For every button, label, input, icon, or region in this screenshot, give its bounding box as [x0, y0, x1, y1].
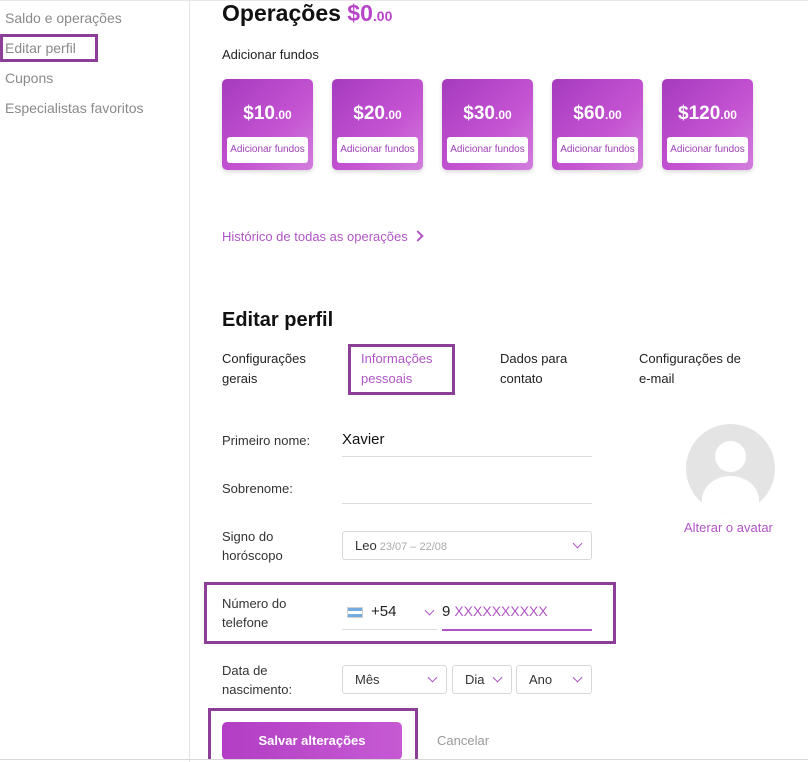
- add-funds-button[interactable]: Adicionar fundos: [557, 137, 638, 163]
- change-avatar-link[interactable]: Alterar o avatar: [684, 520, 773, 535]
- highlight-phone: [204, 582, 616, 644]
- tab-label-line2: e-mail: [639, 371, 675, 386]
- avatar-head-icon: [715, 441, 746, 472]
- birth-date-label: Data de nascimento:: [222, 661, 332, 699]
- birth-month-value: Mês: [355, 672, 380, 687]
- tab-contact-data[interactable]: Dados para contato: [500, 349, 620, 389]
- tab-email-settings[interactable]: Configurações de e-mail: [639, 349, 759, 389]
- chevron-down-icon: [492, 672, 503, 683]
- fund-amount-cents: .00: [495, 108, 512, 122]
- horoscope-hint: 23/07 – 22/08: [379, 541, 447, 553]
- birth-month-select[interactable]: Mês: [342, 665, 447, 694]
- sidebar-item-balance[interactable]: Saldo e operações: [5, 10, 122, 26]
- fund-amount-cents: .00: [385, 108, 402, 122]
- chevron-down-icon: [427, 672, 438, 683]
- add-funds-button[interactable]: Adicionar fundos: [227, 137, 308, 163]
- operations-title-text: Operações: [222, 0, 341, 26]
- fund-amount-main: $60: [573, 103, 605, 124]
- tab-label-line1: Configurações: [222, 351, 306, 366]
- tab-general-settings[interactable]: Configurações gerais: [222, 349, 342, 389]
- birth-day-select[interactable]: Dia: [452, 665, 512, 694]
- fund-amount-main: $120: [678, 103, 721, 124]
- tab-label-line1: Configurações de: [639, 351, 741, 366]
- fund-amount: $60.00: [552, 103, 643, 125]
- fund-card-60[interactable]: $60.00 Adicionar fundos: [552, 79, 643, 170]
- fund-amount: $20.00: [332, 103, 423, 125]
- horoscope-label-line2: horóscopo: [222, 548, 283, 563]
- horoscope-label: Signo do horóscopo: [222, 527, 332, 565]
- fund-amount: $10.00: [222, 103, 313, 125]
- history-link-label: Histórico de todas as operações: [222, 229, 408, 244]
- tab-label-line2: gerais: [222, 371, 258, 386]
- sidebar-item-coupons[interactable]: Cupons: [5, 70, 53, 86]
- tab-label-line1: Dados para: [500, 351, 568, 366]
- avatar: [686, 424, 775, 513]
- fund-card-10[interactable]: $10.00 Adicionar fundos: [222, 79, 313, 170]
- last-name-label: Sobrenome:: [222, 481, 293, 496]
- add-funds-button[interactable]: Adicionar fundos: [337, 137, 418, 163]
- birth-day-value: Dia: [465, 672, 485, 687]
- horoscope-value: Leo: [355, 538, 377, 553]
- history-link[interactable]: Histórico de todas as operações: [222, 229, 424, 244]
- operations-title: Operações $0.00: [222, 0, 392, 27]
- highlight-edit-profile: [0, 34, 98, 62]
- tab-label-line2: contato: [500, 371, 543, 386]
- birth-label-line2: nascimento:: [222, 682, 293, 697]
- add-funds-button[interactable]: Adicionar fundos: [667, 137, 748, 163]
- fund-amount: $120.00: [662, 103, 753, 125]
- edit-profile-title: Editar perfil: [222, 309, 334, 331]
- chevron-right-icon: [412, 230, 424, 242]
- sidebar: Saldo e operações Editar perfil Cupons E…: [0, 0, 190, 762]
- birth-label-line1: Data de: [222, 663, 268, 678]
- birth-year-value: Ano: [529, 672, 553, 687]
- fund-card-20[interactable]: $20.00 Adicionar fundos: [332, 79, 423, 170]
- chevron-down-icon: [572, 672, 583, 683]
- balance-amount: $0.00: [347, 0, 392, 26]
- fund-amount-cents: .00: [275, 108, 292, 122]
- fund-amount: $30.00: [442, 103, 533, 125]
- bottom-divider: [0, 759, 808, 760]
- fund-amount-main: $20: [353, 103, 385, 124]
- highlight-save-button: [208, 708, 418, 760]
- cancel-link[interactable]: Cancelar: [437, 733, 489, 748]
- horoscope-select[interactable]: Leo 23/07 – 22/08: [342, 531, 592, 560]
- fund-card-120[interactable]: $120.00 Adicionar fundos: [662, 79, 753, 170]
- add-funds-title: Adicionar fundos: [222, 47, 319, 62]
- avatar-body-icon: [702, 476, 759, 513]
- horoscope-label-line1: Signo do: [222, 529, 274, 544]
- fund-amount-cents: .00: [720, 108, 737, 122]
- balance-cents: .00: [372, 8, 393, 24]
- birth-year-select[interactable]: Ano: [516, 665, 592, 694]
- first-name-label: Primeiro nome:: [222, 433, 311, 448]
- fund-amount-main: $30: [463, 103, 495, 124]
- add-funds-button[interactable]: Adicionar fundos: [447, 137, 528, 163]
- sidebar-item-favorite-experts[interactable]: Especialistas favoritos: [5, 100, 144, 116]
- last-name-input[interactable]: [342, 477, 592, 504]
- highlight-personal-info: [348, 344, 455, 395]
- chevron-down-icon: [572, 538, 583, 549]
- balance-main: $0: [347, 0, 373, 26]
- first-name-input[interactable]: Xavier: [342, 431, 592, 457]
- fund-amount-main: $10: [243, 103, 275, 124]
- fund-card-30[interactable]: $30.00 Adicionar fundos: [442, 79, 533, 170]
- fund-amount-cents: .00: [605, 108, 622, 122]
